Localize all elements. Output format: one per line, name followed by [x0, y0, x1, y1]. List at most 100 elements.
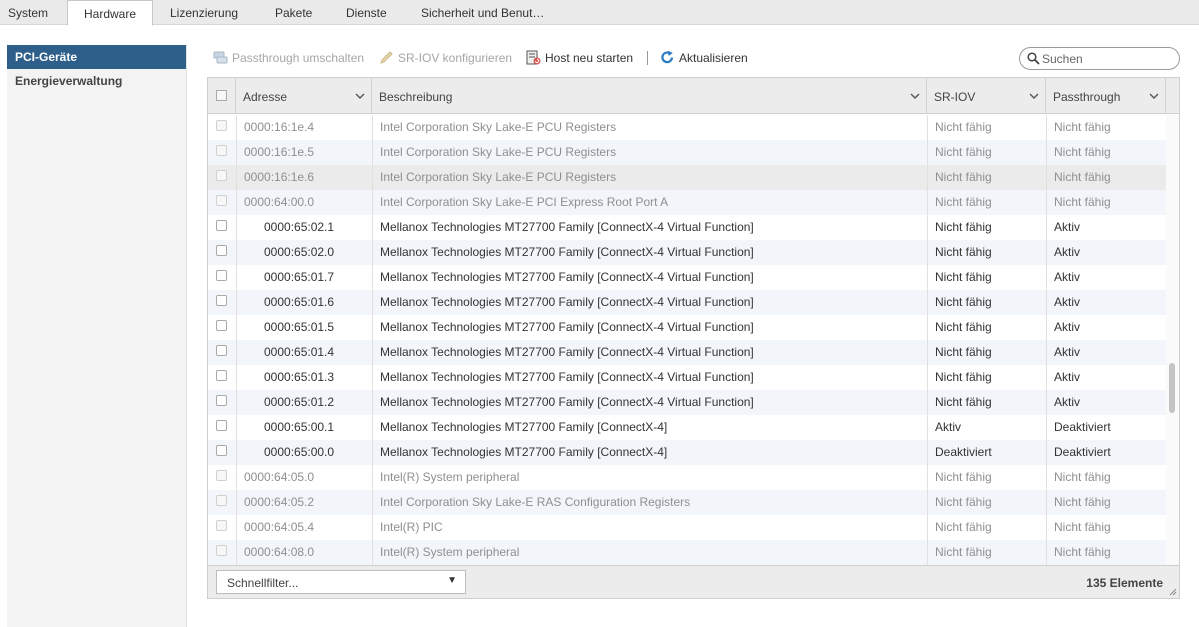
table-row[interactable]: 0000:16:1e.6 Intel Corporation Sky Lake-E… — [208, 165, 1166, 190]
chevron-down-icon[interactable] — [1149, 93, 1159, 100]
cell-sriov: Nicht fähig — [935, 320, 992, 334]
grid-header: Adresse Beschreibung SR-IOV Passthrough — [208, 78, 1179, 114]
column-header-description[interactable]: Beschreibung — [372, 78, 927, 114]
cell-description: Intel Corporation Sky Lake-E PCI Express… — [380, 195, 669, 209]
table-row[interactable]: 0000:65:01.6 Mellanox Technologies MT2770… — [208, 290, 1166, 315]
sriov-configure-button[interactable]: SR-IOV konfigurieren — [379, 50, 512, 66]
pci-device-grid: Adresse Beschreibung SR-IOV Passthrough … — [207, 77, 1180, 599]
refresh-button[interactable]: Aktualisieren — [660, 50, 748, 66]
tab-system[interactable]: System — [8, 0, 48, 25]
grid-body: 0000:16:1e.4 Intel Corporation Sky Lake-E… — [208, 115, 1166, 565]
cell-address: 0000:64:05.0 — [244, 470, 315, 484]
table-row[interactable]: 0000:65:01.2 Mellanox Technologies MT2770… — [208, 390, 1166, 415]
header-select-cell — [208, 78, 236, 114]
cell-sriov: Nicht fähig — [935, 370, 992, 384]
cell-description: Mellanox Technologies MT27700 Family [Co… — [380, 420, 668, 434]
cell-sriov: Nicht fähig — [935, 145, 992, 159]
chevron-down-icon[interactable] — [1029, 93, 1039, 100]
cell-passthrough: Aktiv — [1054, 370, 1081, 384]
table-row[interactable]: 0000:64:05.2 Intel Corporation Sky Lake-E… — [208, 490, 1166, 515]
tab-packages[interactable]: Pakete — [275, 0, 312, 25]
cell-address: 0000:65:01.5 — [264, 320, 335, 334]
column-header-sriov-label: SR-IOV — [934, 90, 976, 104]
chevron-down-icon[interactable] — [355, 93, 365, 100]
column-header-address-label: Adresse — [243, 90, 288, 104]
cell-sriov: Nicht fähig — [935, 195, 992, 209]
row-checkbox[interactable] — [216, 270, 227, 281]
row-checkbox[interactable] — [216, 320, 227, 331]
sidebar-item-power-management[interactable]: Energieverwaltung — [7, 69, 186, 93]
cell-passthrough: Nicht fähig — [1054, 495, 1111, 509]
table-row[interactable]: 0000:16:1e.4 Intel Corporation Sky Lake-E… — [208, 115, 1166, 140]
row-checkbox[interactable] — [216, 220, 227, 231]
cell-description: Intel Corporation Sky Lake-E PCU Registe… — [380, 145, 617, 159]
row-checkbox[interactable] — [216, 395, 227, 406]
cell-description: Mellanox Technologies MT27700 Family [Co… — [380, 295, 754, 309]
quick-filter-dropdown[interactable]: Schnellfilter... ▼ — [216, 570, 466, 594]
search-box[interactable] — [1019, 47, 1180, 70]
vertical-scrollbar[interactable] — [1166, 115, 1179, 565]
table-row[interactable]: 0000:65:00.0 Mellanox Technologies MT2770… — [208, 440, 1166, 465]
row-checkbox[interactable] — [216, 370, 227, 381]
row-checkbox — [216, 170, 227, 181]
table-row[interactable]: 0000:65:02.0 Mellanox Technologies MT2770… — [208, 240, 1166, 265]
tab-licensing[interactable]: Lizenzierung — [170, 0, 238, 25]
cell-address: 0000:16:1e.4 — [244, 120, 315, 134]
cell-sriov: Nicht fähig — [935, 245, 992, 259]
tab-services[interactable]: Dienste — [346, 0, 387, 25]
row-checkbox — [216, 470, 227, 481]
row-checkbox[interactable] — [216, 345, 227, 356]
table-row[interactable]: 0000:65:00.1 Mellanox Technologies MT2770… — [208, 415, 1166, 440]
tab-hardware[interactable]: Hardware — [67, 0, 153, 26]
row-checkbox[interactable] — [216, 295, 227, 306]
resize-grip-icon[interactable] — [1169, 588, 1177, 596]
restart-host-icon — [526, 50, 541, 65]
row-checkbox[interactable] — [216, 420, 227, 431]
column-header-passthrough-label: Passthrough — [1053, 90, 1121, 104]
chevron-down-icon[interactable] — [910, 93, 920, 100]
search-input[interactable] — [1042, 51, 1172, 66]
table-row[interactable]: 0000:65:01.4 Mellanox Technologies MT2770… — [208, 340, 1166, 365]
row-checkbox[interactable] — [216, 245, 227, 256]
cell-sriov: Nicht fähig — [935, 520, 992, 534]
cell-address: 0000:65:01.3 — [264, 370, 335, 384]
sidebar: PCI-Geräte Energieverwaltung — [7, 45, 187, 627]
column-header-description-label: Beschreibung — [379, 90, 453, 104]
table-row[interactable]: 0000:65:01.3 Mellanox Technologies MT2770… — [208, 365, 1166, 390]
passthrough-toggle-button[interactable]: Passthrough umschalten — [213, 50, 364, 66]
cell-address: 0000:64:00.0 — [244, 195, 315, 209]
table-row[interactable]: 0000:64:00.0 Intel Corporation Sky Lake-E… — [208, 190, 1166, 215]
tab-security[interactable]: Sicherheit und Benut… — [421, 0, 544, 25]
select-all-checkbox[interactable] — [216, 90, 227, 101]
cell-sriov: Nicht fähig — [935, 120, 992, 134]
grid-footer: Schnellfilter... ▼ 135 Elemente — [208, 565, 1179, 598]
sidebar-item-pci-devices[interactable]: PCI-Geräte — [7, 45, 186, 69]
scrollbar-thumb[interactable] — [1169, 363, 1175, 413]
table-row[interactable]: 0000:64:05.4 Intel(R) PIC Nicht fähig Nicht… — [208, 515, 1166, 540]
cell-description: Intel Corporation Sky Lake-E PCU Registe… — [380, 170, 617, 184]
cell-passthrough: Aktiv — [1054, 395, 1081, 409]
sriov-configure-label: SR-IOV konfigurieren — [398, 51, 513, 65]
cell-description: Mellanox Technologies MT27700 Family [Co… — [380, 395, 754, 409]
cell-description: Intel(R) System peripheral — [380, 470, 520, 484]
cell-description: Mellanox Technologies MT27700 Family [Co… — [380, 370, 754, 384]
cell-sriov: Nicht fähig — [935, 170, 992, 184]
cell-sriov: Nicht fähig — [935, 545, 992, 559]
row-checkbox — [216, 145, 227, 156]
table-row[interactable]: 0000:65:01.5 Mellanox Technologies MT2770… — [208, 315, 1166, 340]
table-row[interactable]: 0000:16:1e.5 Intel Corporation Sky Lake-E… — [208, 140, 1166, 165]
cell-passthrough: Aktiv — [1054, 245, 1081, 259]
table-row[interactable]: 0000:65:02.1 Mellanox Technologies MT2770… — [208, 215, 1166, 240]
column-header-passthrough[interactable]: Passthrough — [1046, 78, 1166, 114]
table-row[interactable]: 0000:65:01.7 Mellanox Technologies MT2770… — [208, 265, 1166, 290]
column-header-sriov[interactable]: SR-IOV — [927, 78, 1046, 114]
cell-passthrough: Nicht fähig — [1054, 120, 1111, 134]
row-checkbox[interactable] — [216, 445, 227, 456]
cell-passthrough: Aktiv — [1054, 320, 1081, 334]
restart-host-button[interactable]: Host neu starten — [526, 50, 633, 66]
table-row[interactable]: 0000:64:08.0 Intel(R) System peripheral Ni… — [208, 540, 1166, 565]
column-header-address[interactable]: Adresse — [236, 78, 372, 114]
quick-filter-label: Schnellfilter... — [227, 576, 299, 590]
table-row[interactable]: 0000:64:05.0 Intel(R) System peripheral Ni… — [208, 465, 1166, 490]
cell-passthrough: Deaktiviert — [1054, 420, 1111, 434]
